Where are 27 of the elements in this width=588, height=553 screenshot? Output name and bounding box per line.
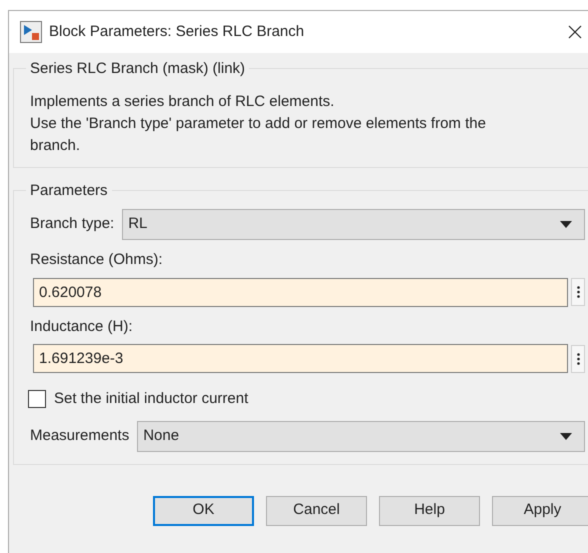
input-field[interactable]: 0.620078: [33, 278, 568, 306]
checkbox-label: Set the initial inductor current: [54, 389, 248, 409]
vertical-dots-icon: [576, 286, 580, 298]
close-button[interactable]: [568, 25, 582, 39]
window-title: Block Parameters: Series RLC Branch: [49, 22, 306, 42]
field-label: Measurements: [30, 426, 130, 446]
close-icon: [568, 25, 582, 39]
dropdown-value: RL: [128, 214, 148, 234]
vertical-dots-icon: [576, 352, 580, 364]
dialog-button[interactable]: Cancel: [266, 496, 367, 526]
input-field[interactable]: 1.691239e-3: [33, 344, 568, 373]
more-options-button[interactable]: [571, 278, 585, 306]
field-label: Resistance (Ohms):: [30, 250, 164, 270]
dropdown[interactable]: None: [137, 420, 585, 452]
checkbox[interactable]: [28, 390, 46, 408]
dropdown-caret-icon: [560, 432, 572, 440]
dropdown-value: None: [143, 426, 180, 446]
dropdown[interactable]: RL: [122, 209, 585, 240]
dialog-button[interactable]: OK: [153, 496, 254, 526]
more-options-button[interactable]: [571, 344, 585, 372]
dialog-button[interactable]: Help: [379, 496, 480, 526]
block-app-icon: [20, 21, 42, 43]
field-label: Branch type:: [30, 214, 114, 234]
dialog-button[interactable]: Apply: [492, 496, 588, 526]
description-text: Implements a series branch of RLC elements. Use the 'Branch type' parameter to add or remove elements from the branch.: [30, 92, 487, 156]
dropdown-caret-icon: [560, 221, 572, 228]
field-label: Inductance (H):: [30, 316, 134, 336]
